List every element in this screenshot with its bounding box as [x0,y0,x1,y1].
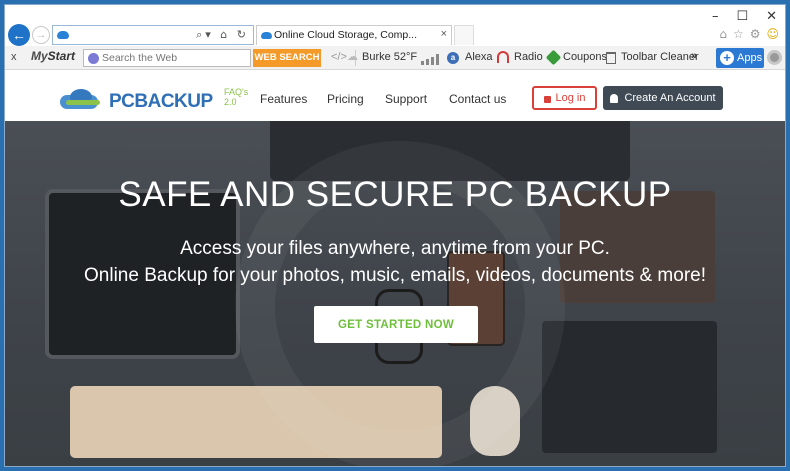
hero-subtitle-1: Access your files anywhere, anytime from… [180,238,610,259]
title-bar: ← → ⌕▾ ⌂ ↻ Online Cloud Storage, Comp...… [5,5,785,46]
create-account-label: Create An Account [624,92,716,104]
smiley-icon[interactable]: ☺ [766,27,779,41]
logo-swoosh [66,100,100,105]
alexa-icon: a [447,52,459,64]
radio-link[interactable]: Radio [514,51,543,63]
toolbar-cleaner-link[interactable]: Toolbar Cleaner [621,51,699,63]
code-icon[interactable]: </> [331,51,347,63]
star-icon[interactable]: ☆ [733,27,744,41]
minimize-button[interactable]: – [712,9,719,24]
site-header: PCBACKUP FAQ's 2.0 Features Pricing Supp… [5,71,785,121]
web-search-button[interactable]: WEB SEARCH [253,49,321,67]
weather-label[interactable]: Burke 52°F [362,51,417,63]
apps-button[interactable]: + Apps [716,48,764,68]
search-icon [88,53,99,64]
mystart-logo-start: Start [47,49,76,63]
new-tab-button[interactable] [454,25,474,45]
hero-subtitle-2: Online Backup for your photos, music, em… [84,265,706,286]
get-started-button[interactable]: GET STARTED NOW [314,306,478,343]
toolbar-close-button[interactable]: x [11,51,17,63]
apps-label: Apps [737,52,763,64]
maximize-button[interactable]: ☐ [736,9,748,24]
mystart-toolbar: x MyStart WEB SEARCH </> ☁ Burke 52°F a … [5,46,785,70]
mystart-logo-my: My [31,49,48,63]
search-input[interactable] [102,51,248,65]
tab-title: Online Cloud Storage, Comp... [274,29,417,41]
login-label: Log in [555,92,586,104]
cloud-weather-icon: ☁ [347,51,358,63]
address-bar[interactable]: ⌕▾ ⌂ ↻ [52,25,254,45]
window-controls: – ☐ ✕ [712,9,777,24]
alexa-link[interactable]: Alexa [465,51,493,63]
nav-contact-us[interactable]: Contact us [449,92,506,106]
pcbackup-logo[interactable]: PCBACKUP FAQ's 2.0 [60,87,248,113]
logo-superscript: FAQ's 2.0 [224,87,249,107]
logo-text: PCBACKUP [109,91,213,112]
close-icon[interactable]: × [441,28,447,40]
cloud-icon [261,32,272,39]
home-icon[interactable]: ⌂ [719,27,727,41]
signal-icon [421,54,441,65]
hero-bg-pad [542,321,717,453]
back-button[interactable]: ← [8,24,30,46]
address-bar-icons[interactable]: ⌕▾ ⌂ ↻ [196,28,249,42]
browser-right-icons: ⌂ ☆ ⚙ ☺ [719,27,779,41]
lock-icon [543,95,551,103]
headphones-icon [497,51,509,63]
plus-icon: + [720,51,734,65]
forward-button[interactable]: → [32,26,50,44]
login-button[interactable]: Log in [532,86,597,110]
gear-icon[interactable]: ⚙ [750,27,761,41]
browser-window: ← → ⌕▾ ⌂ ↻ Online Cloud Storage, Comp...… [4,4,786,467]
settings-gear-icon[interactable] [767,50,782,65]
trash-icon [606,52,616,64]
hero-section: SAFE AND SECURE PC BACKUP Access your fi… [5,121,785,466]
nav-support[interactable]: Support [385,92,427,106]
nav-pricing[interactable]: Pricing [327,92,364,106]
tab-active[interactable]: Online Cloud Storage, Comp... × [256,25,452,45]
hero-title: SAFE AND SECURE PC BACKUP [118,175,672,214]
coupons-link[interactable]: Coupons [563,51,607,63]
nav-features[interactable]: Features [260,92,307,106]
web-page: PCBACKUP FAQ's 2.0 Features Pricing Supp… [5,71,785,466]
close-window-button[interactable]: ✕ [766,9,777,24]
user-icon [610,93,619,103]
mystart-logo[interactable]: MyStart [31,49,75,63]
create-account-button[interactable]: Create An Account [603,86,723,110]
search-box[interactable] [83,49,251,67]
more-chevron-icon[interactable]: » [691,50,697,62]
coupon-tag-icon [545,49,562,66]
cloud-icon [57,31,69,39]
